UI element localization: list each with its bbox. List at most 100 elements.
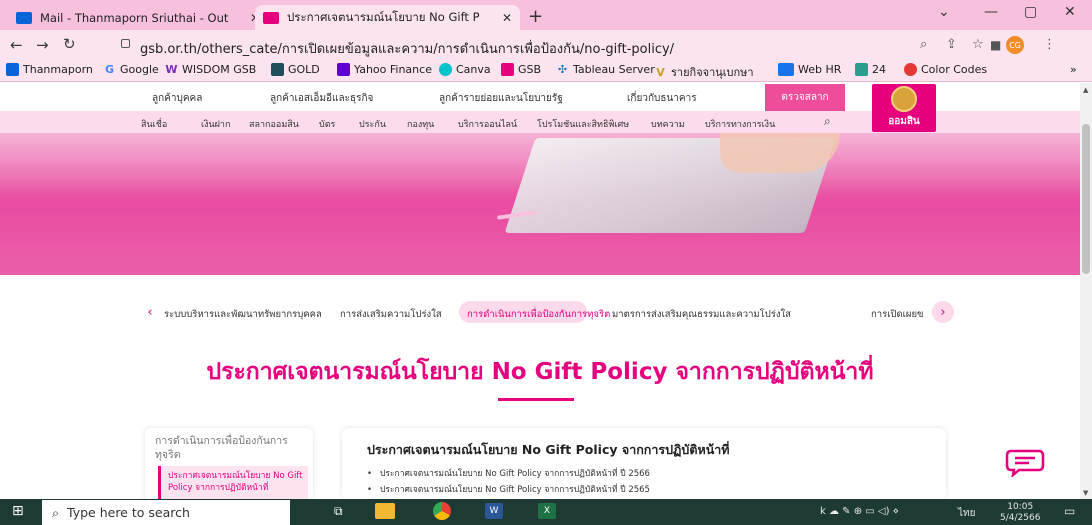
lottery-check-button[interactable]: ตรวจสลาก — [765, 84, 845, 111]
canva-icon — [439, 63, 452, 76]
content-heading: ประกาศเจตนารมณ์นโยบาย No Gift Policy จาก… — [367, 442, 730, 457]
back-icon[interactable]: ← — [10, 36, 23, 54]
search-icon[interactable]: ⌕ — [824, 114, 831, 129]
subnav-funds[interactable]: กองทุน — [407, 117, 434, 131]
colorcodes-icon — [904, 63, 917, 76]
sidebar-heading: การดำเนินการเพื่อป้องกันการทุจริต — [155, 435, 288, 461]
search-icon: ⌕ — [52, 504, 60, 520]
file-explorer-icon[interactable] — [375, 503, 395, 519]
bookmark-color-codes[interactable]: Color Codes — [904, 63, 987, 76]
close-icon[interactable]: ✕ — [502, 11, 512, 25]
category-disclosure[interactable]: การเปิดเผยข — [871, 307, 924, 322]
star-icon[interactable]: ☆ — [972, 37, 984, 52]
subnav-lottery[interactable]: สลากออมสิน — [249, 117, 299, 131]
gazette-icon: V — [656, 65, 665, 79]
bookmark-gold[interactable]: GOLD — [271, 63, 320, 76]
bookmark-gazette[interactable]: V รายกิจจานุเบกษา — [654, 63, 753, 81]
url-text[interactable]: gsb.or.th/others_cate/การเปิดเผยข้อมูลแล… — [140, 38, 674, 59]
window-close-icon[interactable]: ✕ — [1064, 4, 1076, 20]
share-icon[interactable]: ⇪ — [946, 37, 957, 52]
clock-time: 10:05 — [1007, 502, 1034, 512]
bookmark-thanmaporn[interactable]: Thanmaporn — [6, 63, 93, 76]
avatar[interactable]: CG — [1006, 36, 1024, 54]
zoom-icon[interactable]: ⌕ — [920, 37, 927, 52]
chevron-down-icon[interactable]: ⌄ — [938, 4, 950, 20]
task-view-icon[interactable]: ⧉ — [334, 504, 343, 519]
subnav-loans[interactable]: สินเชื่อ — [141, 117, 167, 131]
bookmark-web-hr[interactable]: Web HR — [778, 63, 841, 76]
tableau-icon: ✣ — [557, 63, 568, 76]
yahoo-icon — [337, 63, 350, 76]
list-item[interactable]: ประกาศเจตนารมณ์นโยบาย No Gift Policy จาก… — [367, 482, 650, 496]
clock[interactable]: 10:05 5/4/2566 — [1000, 502, 1040, 524]
clock-date: 5/4/2566 — [1000, 513, 1041, 523]
nav-about[interactable]: เกี่ยวกับธนาคาร — [627, 91, 697, 106]
logo-text: ออมสิน — [888, 116, 920, 127]
title-underline — [498, 398, 574, 401]
outlook-icon — [6, 63, 19, 76]
bookmark-google[interactable]: G Google — [103, 63, 159, 76]
category-ethics[interactable]: มาตรการส่งเสริมคุณธรรมและความโปร่งใส — [612, 307, 791, 322]
subnav-insurance[interactable]: ประกัน — [359, 117, 386, 131]
sidepanel-icon[interactable]: ■ — [990, 38, 1001, 52]
input-language[interactable]: ไทย — [958, 506, 975, 521]
bookmark-24[interactable]: 24 — [855, 63, 886, 76]
bookmark-yahoo-finance[interactable]: Yahoo Finance — [337, 63, 432, 76]
windows-start-icon[interactable]: ⊞ — [12, 503, 24, 519]
app24-icon — [855, 63, 868, 76]
more-bookmarks-icon[interactable]: » — [1070, 63, 1077, 76]
lock-icon — [121, 39, 130, 48]
gold-icon — [271, 63, 284, 76]
page-title: ประกาศเจตนารมณ์นโยบาย No Gift Policy จาก… — [206, 359, 874, 385]
google-icon: G — [104, 63, 115, 76]
chat-icon[interactable] — [1005, 447, 1045, 477]
tray-icons[interactable]: k ☁ ✎ ⊕ ▭ ◁) ⋄ — [820, 506, 899, 517]
excel-icon[interactable]: X — [538, 503, 556, 519]
tab-title: ประกาศเจตนารมณ์นโยบาย No Gift P — [287, 9, 480, 24]
tab-gsb[interactable]: ประกาศเจตนารมณ์นโยบาย No Gift P ✕ — [255, 5, 520, 30]
tab-mail[interactable]: Mail - Thanmaporn Sriuthai - Out ✕ — [8, 5, 268, 30]
scrollbar-thumb[interactable] — [1082, 124, 1090, 274]
bookmark-gsb[interactable]: GSB — [501, 63, 541, 76]
sidebar-item-no-gift-policy[interactable]: ประกาศเจตนารมณ์นโยบาย No Gift Policy จาก… — [168, 470, 308, 494]
category-transparency[interactable]: การส่งเสริมความโปร่งใส — [340, 307, 442, 322]
nav-retail[interactable]: ลูกค้ารายย่อยและนโยบายรัฐ — [439, 91, 563, 106]
nav-personal[interactable]: ลูกค้าบุคคล — [152, 91, 202, 106]
gsb-logo[interactable]: ออมสิน — [872, 84, 936, 132]
subnav-promotions[interactable]: โปรโมชันและสิทธิพิเศษ — [537, 117, 629, 131]
word-icon[interactable]: W — [485, 503, 503, 519]
outlook-icon — [16, 11, 32, 24]
search-placeholder: Type here to search — [67, 505, 190, 520]
category-anti-corruption[interactable]: การดำเนินการเพื่อป้องกันการทุจริต — [467, 307, 610, 322]
scroll-down-icon[interactable]: ▼ — [1083, 489, 1088, 497]
gsb-icon — [263, 11, 279, 24]
new-tab-icon[interactable]: + — [528, 6, 543, 27]
taskbar-search[interactable]: ⌕ Type here to search — [42, 500, 290, 525]
category-hr[interactable]: ระบบบริหารและพัฒนาทรัพยากรบุคคล — [164, 307, 322, 322]
subnav-financial[interactable]: บริการทางการเงิน — [705, 117, 775, 131]
minimize-icon[interactable]: — — [984, 4, 998, 20]
tab-title: Mail - Thanmaporn Sriuthai - Out — [40, 10, 229, 25]
gsb-seal-icon — [891, 86, 917, 112]
subnav-cards[interactable]: บัตร — [319, 117, 335, 131]
maximize-icon[interactable]: ▢ — [1024, 4, 1037, 20]
scroll-up-icon[interactable]: ▲ — [1083, 86, 1088, 94]
gsb-icon — [501, 63, 514, 76]
subnav-deposits[interactable]: เงินฝาก — [201, 117, 230, 131]
list-item[interactable]: ประกาศเจตนารมณ์นโยบาย No Gift Policy จาก… — [367, 466, 650, 480]
chrome-icon[interactable] — [433, 502, 451, 520]
notification-icon[interactable]: ▭ — [1064, 504, 1075, 518]
forward-icon[interactable]: → — [36, 36, 49, 54]
bookmark-tableau[interactable]: ✣ Tableau Server — [556, 63, 655, 76]
reload-icon[interactable]: ↻ — [63, 35, 76, 53]
subnav-articles[interactable]: บทความ — [651, 117, 685, 131]
nav-sme[interactable]: ลูกค้าเอสเอ็มอีและธุรกิจ — [270, 91, 373, 106]
wisdom-icon: W — [165, 63, 178, 76]
bookmark-canva[interactable]: Canva — [439, 63, 491, 76]
carousel-prev-icon[interactable]: ‹ — [139, 301, 161, 323]
carousel-next-icon[interactable]: › — [932, 301, 954, 323]
sap-icon — [778, 63, 794, 76]
subnav-online[interactable]: บริการออนไลน์ — [458, 117, 517, 131]
menu-icon[interactable]: ⋮ — [1043, 37, 1056, 52]
bookmark-wisdom-gsb[interactable]: W WISDOM GSB — [165, 63, 256, 76]
